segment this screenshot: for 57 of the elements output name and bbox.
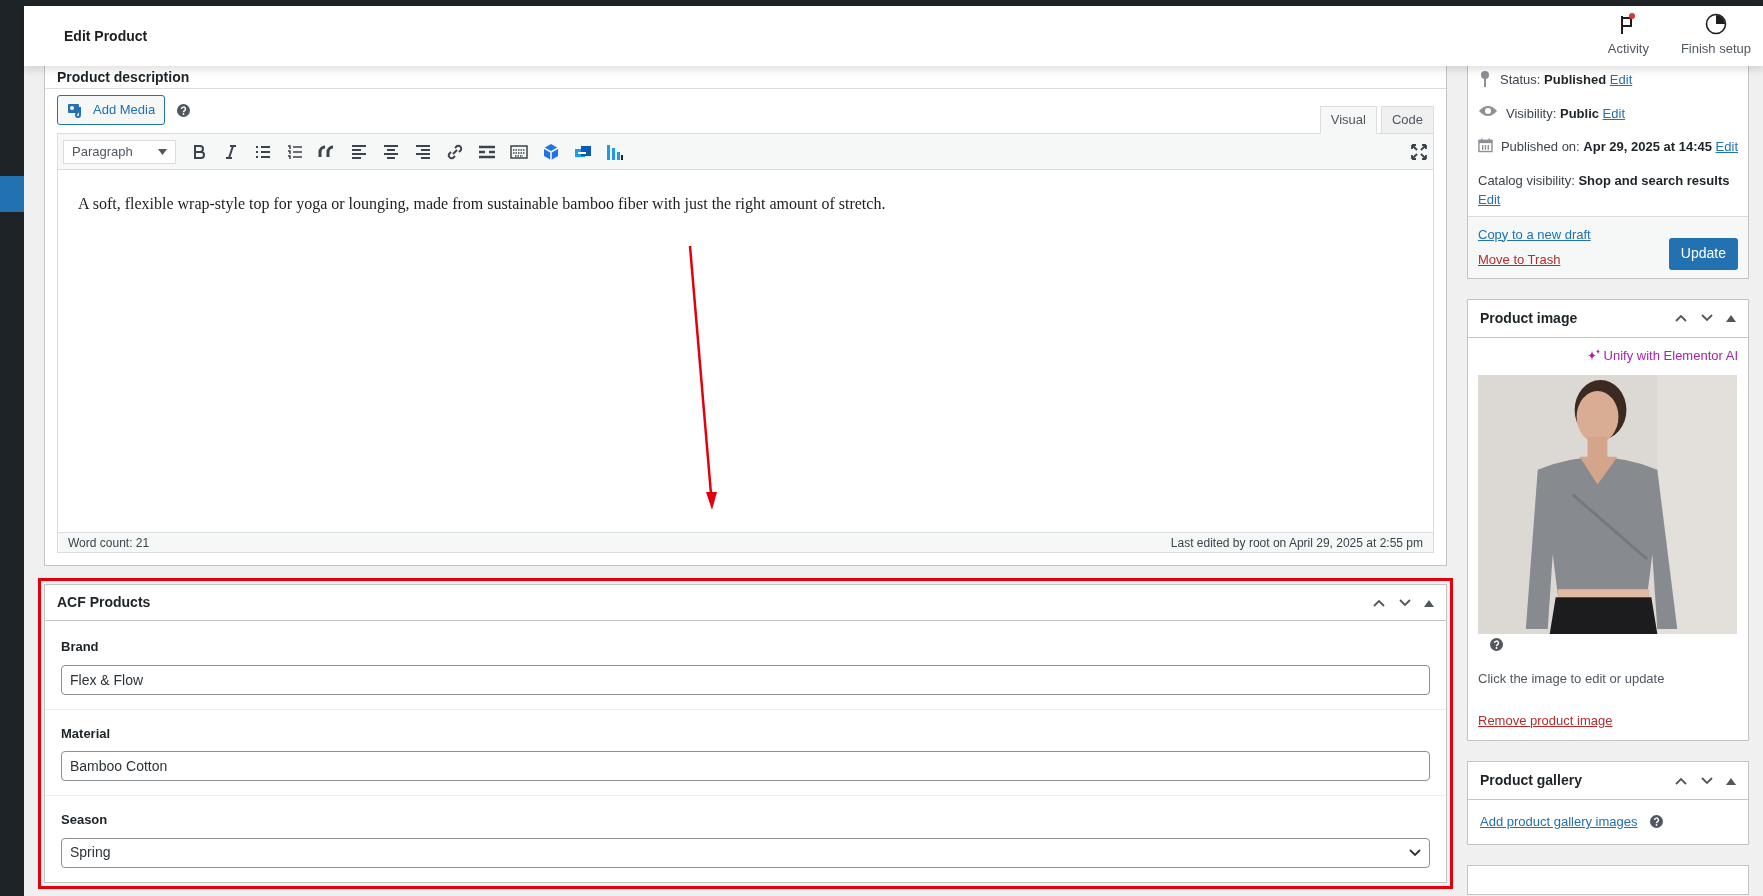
box-title: Product gallery [1480,771,1582,790]
align-left-icon[interactable] [350,142,368,161]
calendar-icon [1478,137,1493,153]
last-edited-note: Last edited by root on April 29, 2025 at 2:55 pm [1170,534,1423,552]
edit-link[interactable]: Edit [1609,72,1633,87]
box-title: ACF Products [57,593,151,612]
cube-icon[interactable] [542,142,560,161]
publish-detail: Visibility: Public Edit [1506,104,1625,123]
edit-link[interactable]: Edit [1715,139,1738,154]
fullscreen-icon[interactable] [1410,142,1428,161]
eye-icon [1478,103,1498,118]
chevron-down-icon [1409,848,1421,857]
ai-link[interactable]: Unify with Elementor AI [1586,345,1738,365]
collapse-icon[interactable] [1424,598,1434,607]
editor-tab[interactable]: Visual [1319,106,1377,134]
menu-indicator [0,176,24,212]
keyboard-icon[interactable] [510,142,528,161]
align-center-icon[interactable] [382,142,400,161]
remove-image-link[interactable]: Remove product image [1478,710,1738,730]
collapse-icon[interactable] [1726,314,1736,322]
box-title: Product image [1480,308,1578,328]
image-hint: Click the image to edit or update [1478,670,1666,688]
trash-link[interactable]: Move to Trash [1478,250,1591,270]
pin-icon [1478,70,1492,88]
collapse-icon[interactable] [1726,776,1736,785]
format-select[interactable]: Paragraph [63,139,176,164]
help-icon[interactable] [1490,638,1503,651]
update-button[interactable]: Update [1668,237,1738,270]
publish-detail: Catalog visibility: Shop and search results Edit [1478,171,1731,209]
publish-detail: Status: Published Edit [1500,71,1633,89]
word-count: Word count: 21 [68,534,150,552]
bar-chart-icon[interactable] [606,142,624,161]
box-title: Product description [57,68,191,86]
text-field[interactable]: Bamboo Cotton [61,751,1430,781]
field-label: Season [61,811,109,829]
numbered-list-icon[interactable] [286,142,304,161]
help-icon[interactable] [177,103,191,117]
header-action-button[interactable]: Activity [1599,13,1657,59]
align-right-icon[interactable] [414,142,432,161]
page-title: Edit Product [64,26,148,46]
field-label: Material [61,724,112,743]
edit-link[interactable]: Edit [1478,192,1501,207]
add-media-button[interactable]: Add Media [57,95,166,125]
dropdown-icon [158,148,167,155]
add-gallery-link[interactable]: Add product gallery images [1480,812,1638,832]
field-label: Brand [61,638,100,656]
copy-draft-link[interactable]: Copy to a new draft [1478,224,1591,244]
editor-tab[interactable]: Code [1380,106,1434,134]
edit-link[interactable]: Edit [1602,105,1625,121]
help-icon[interactable] [1649,815,1663,829]
header-action-button[interactable]: Finish setup [1672,13,1759,59]
description-text[interactable]: A soft, flexible wrap-style top for yoga or lounging, made from sustainable bamboo fiber with just the right amount of stretch. [78,192,1413,216]
text-field[interactable]: Flex & Flow [61,664,1430,695]
progress-icon [1704,13,1727,36]
publish-detail: Published on: Apr 29, 2025 at 14:45 Edit [1500,138,1738,156]
select-field[interactable]: Spring [61,837,1430,868]
link-icon[interactable] [446,142,464,161]
